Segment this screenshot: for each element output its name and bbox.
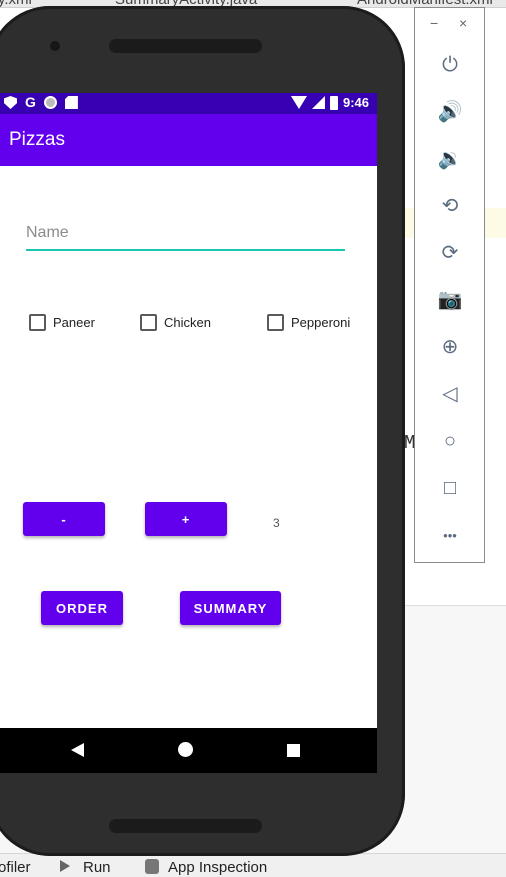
nav-home-icon[interactable] — [178, 742, 193, 757]
volume-down-icon[interactable]: 🔉 — [437, 146, 463, 172]
rotate-right-icon[interactable]: ⟳ — [437, 240, 463, 266]
summary-button[interactable]: SUMMARY — [180, 591, 281, 625]
checkbox-label-chicken: Chicken — [164, 315, 211, 330]
volume-up-icon[interactable]: 🔊 — [437, 99, 463, 125]
name-input[interactable] — [26, 219, 345, 251]
decrement-button[interactable]: - — [23, 502, 105, 536]
google-icon: G — [25, 94, 36, 110]
run-icon[interactable] — [60, 860, 70, 872]
app-title: Pizzas — [9, 129, 65, 150]
status-bar: G 9:46 — [0, 93, 377, 114]
ide-tool-window-bar: ofiler Run App Inspection — [0, 853, 506, 877]
pepperoni-checkbox[interactable]: Pepperoni — [267, 314, 350, 331]
checkbox-label-pepperoni: Pepperoni — [291, 315, 351, 330]
more-icon[interactable]: ••• — [437, 522, 463, 548]
emulator-control-panel: − × ⏻ 🔊 🔉 ⟲ ⟳ 📷 ⊕ ◁ ○ □ ••• — [414, 7, 485, 563]
bottom-speaker — [109, 819, 262, 833]
wifi-icon — [290, 96, 307, 109]
overview-icon[interactable]: □ — [437, 475, 463, 501]
power-icon[interactable]: ⏻ — [437, 52, 463, 78]
earpiece-speaker — [109, 39, 262, 53]
tool-window-profiler[interactable]: ofiler — [0, 859, 31, 876]
tool-window-run[interactable]: Run — [83, 859, 111, 876]
rotate-left-icon[interactable]: ⟲ — [437, 193, 463, 219]
increment-button[interactable]: + — [145, 502, 227, 536]
nav-back-icon[interactable] — [71, 743, 84, 757]
shield-icon — [4, 96, 17, 109]
circle-icon — [43, 96, 57, 109]
minimize-icon[interactable]: − — [430, 15, 438, 31]
signal-icon — [311, 96, 325, 109]
app-inspection-icon[interactable] — [145, 859, 159, 874]
home-icon[interactable]: ○ — [437, 428, 463, 454]
device-screen: G 9:46 Pizzas Paneer Chicken — [0, 93, 377, 773]
checkbox-label-paneer: Paneer — [53, 315, 95, 330]
checkbox-box[interactable] — [29, 314, 46, 331]
checkbox-box[interactable] — [140, 314, 157, 331]
main-content: Paneer Chicken Pepperoni - + 3 ORDER SUM… — [0, 166, 377, 728]
app-bar: Pizzas — [0, 114, 377, 166]
chicken-checkbox[interactable]: Chicken — [140, 314, 211, 331]
camera-icon[interactable]: 📷 — [437, 287, 463, 313]
ide-tab-layout-xml[interactable]: y.xml — [0, 0, 32, 7]
status-time: 9:46 — [342, 95, 369, 110]
zoom-icon[interactable]: ⊕ — [437, 334, 463, 360]
battery-icon — [329, 95, 338, 110]
paneer-checkbox[interactable]: Paneer — [29, 314, 95, 331]
checkbox-box[interactable] — [267, 314, 284, 331]
back-icon[interactable]: ◁ — [437, 381, 463, 407]
phone-frame: G 9:46 Pizzas Paneer Chicken — [0, 6, 405, 856]
sd-card-icon — [64, 96, 78, 109]
order-button[interactable]: ORDER — [41, 591, 123, 625]
front-camera — [50, 41, 60, 51]
navigation-bar — [0, 728, 377, 773]
close-icon[interactable]: × — [459, 15, 467, 31]
tool-window-app-inspection[interactable]: App Inspection — [168, 859, 267, 876]
quantity-value: 3 — [273, 516, 280, 530]
nav-recents-icon[interactable] — [287, 744, 300, 757]
